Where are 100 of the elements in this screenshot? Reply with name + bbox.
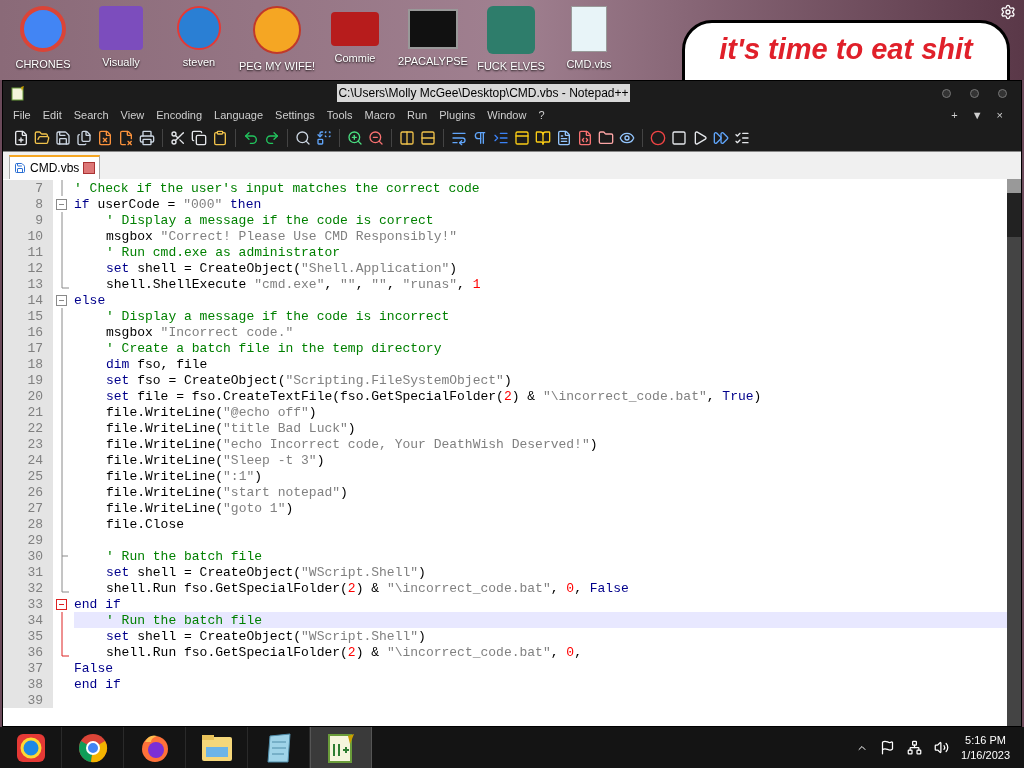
replace-icon[interactable] [316,130,332,146]
panel-icon[interactable] [514,130,530,146]
fold-toggle-icon[interactable] [56,294,67,306]
code-line: if userCode = "000" then [74,197,262,211]
book-icon[interactable] [535,130,551,146]
code-line: False [74,661,113,675]
desktop-icon-label: CHRONES [15,57,71,72]
fold-toggle-icon[interactable] [56,598,67,610]
menu-item[interactable]: Search [73,106,109,124]
menu-item[interactable]: Language [214,106,264,124]
menu-item[interactable]: Edit [42,106,62,124]
code-line: file.WriteLine("@echo off") [106,405,317,419]
menu-item[interactable]: File [13,106,31,124]
printer-icon[interactable] [139,130,155,146]
line-number: 35 [27,629,43,643]
line-number: 27 [27,501,43,515]
menu-item[interactable]: Run [407,106,428,124]
menu-item[interactable]: Plugins [439,106,476,124]
code-line: set shell = CreateObject("WScript.Shell") [106,565,426,579]
menu-control[interactable]: ▼ [971,106,983,124]
taskbar-button[interactable] [310,727,372,768]
code-line: else [74,293,106,307]
sync-horizontal-icon[interactable] [420,130,436,146]
cut-icon[interactable] [170,130,186,146]
record-icon[interactable] [650,130,666,146]
clock-date[interactable]: 1/16/2023 [961,747,1010,763]
tab-close-button[interactable] [83,162,96,174]
play-icon[interactable] [692,130,708,146]
line-number: 33 [27,597,43,611]
redo-icon[interactable] [264,130,280,146]
close-file-icon[interactable] [97,130,113,146]
file-tab[interactable]: CMD.vbs [9,155,101,179]
scrollbar[interactable] [1007,179,1021,726]
code-line: end if [74,597,121,611]
maximize-button[interactable] [970,88,979,98]
code-line: ' Display a message if the code is incorrect [106,309,450,323]
zoom-out-icon[interactable] [368,130,384,146]
code-file-icon[interactable] [577,130,593,146]
save-icon[interactable] [55,130,71,146]
network-icon[interactable] [907,740,923,755]
line-number: 39 [27,693,43,707]
sync-vertical-icon[interactable] [399,130,415,146]
line-number: 22 [27,421,43,435]
open-folder-icon[interactable] [34,130,50,146]
menu-item[interactable]: View [120,106,145,124]
menu-control[interactable]: × [996,106,1003,124]
close-all-icon[interactable] [118,130,134,146]
code-line: shell.Run fso.GetSpecialFolder(2) & "\incorrect_code.bat", 0, False [106,581,629,595]
menu-item[interactable]: Tools [326,106,353,124]
menu-item[interactable]: Encoding [156,106,203,124]
tab-label: CMD.vbs [30,160,80,177]
menu-item[interactable]: Macro [364,106,396,124]
code-line: set shell = CreateObject("WScript.Shell") [106,629,426,643]
eye-icon[interactable] [619,130,635,146]
line-number: 7 [35,181,43,195]
code-line: set file = fso.CreateTextFile(fso.GetSpecialFolder(2) & "\incorrect_code.bat", True) [106,389,762,403]
fold-end-mark [61,644,69,660]
indent-guide-icon[interactable] [493,130,509,146]
document-icon[interactable] [556,130,572,146]
word-wrap-icon[interactable] [451,130,467,146]
save-icon [14,162,26,174]
pilcrow-icon[interactable] [472,130,488,146]
new-file-icon[interactable] [13,130,29,146]
line-number: 17 [27,341,43,355]
paste-icon[interactable] [212,130,228,146]
flag-icon[interactable] [880,740,896,755]
minimize-button[interactable] [942,88,951,98]
fold-toggle-icon[interactable] [56,198,67,210]
fast-forward-icon[interactable] [713,130,729,146]
notepad-plus-plus-icon [11,85,25,101]
chrome-icon[interactable] [76,731,109,764]
menu-item[interactable]: ? [538,106,545,124]
desktop-icon[interactable] [408,9,458,49]
clock-time[interactable]: 5:16 PM [965,732,1006,748]
undo-icon[interactable] [243,130,259,146]
copy-icon[interactable] [191,130,207,146]
code-line: file.WriteLine("Sleep -t 3") [106,453,325,467]
folder-icon[interactable] [598,130,614,146]
macro-list-icon[interactable] [734,130,750,146]
code-line: end if [74,677,121,691]
browser-icon[interactable] [14,731,47,764]
code-line: ' Check if the user's input matches the correct code [74,181,480,195]
menu-item[interactable]: Settings [275,106,315,124]
code-line: file.WriteLine(":1") [106,469,263,483]
speaker-icon[interactable] [934,740,950,755]
desktop-icon-label: FUCK ELVES [477,59,545,74]
menu-item[interactable]: Window [487,106,527,124]
fold-end-mark [61,276,69,292]
save-all-icon[interactable] [76,130,92,146]
desktop-icon-label: 2PACALYPSE [398,54,468,69]
line-number: 34 [27,613,43,627]
folder-icon[interactable] [199,732,234,763]
stop-icon[interactable] [671,130,687,146]
close-button[interactable] [998,88,1007,98]
line-number: 16 [27,325,43,339]
search-icon[interactable] [295,130,311,146]
notepad-plus-plus-icon[interactable] [326,731,356,764]
menu-control[interactable]: + [951,106,958,124]
zoom-in-icon[interactable] [347,130,363,146]
settings-icon[interactable] [1000,4,1016,20]
